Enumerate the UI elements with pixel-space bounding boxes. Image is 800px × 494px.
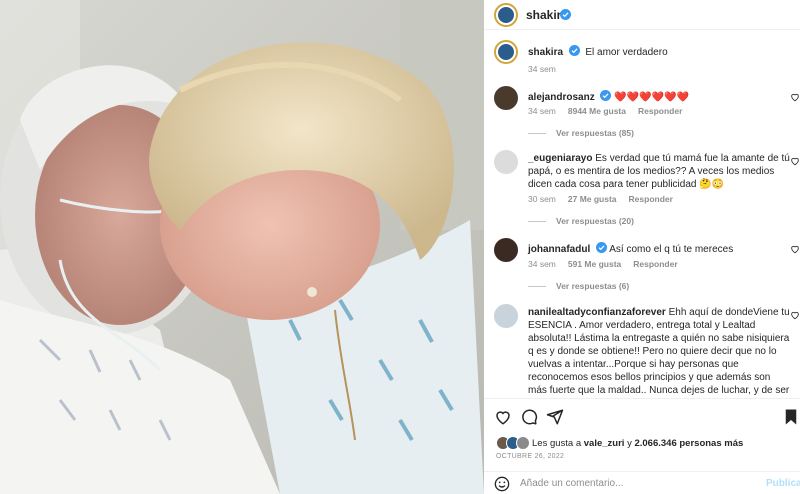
commenter-avatar[interactable]: [494, 304, 518, 328]
comment-item: alejandrosanz ❤️❤️❤️❤️❤️❤️ 34 sem 8944 Me…: [484, 86, 800, 144]
verified-icon: [568, 45, 580, 56]
commenter-username[interactable]: alejandrosanz: [528, 92, 595, 103]
caption-text: El amor verdadero: [585, 47, 668, 58]
comment-time: 30 sem: [528, 194, 556, 204]
view-replies[interactable]: Ver respuestas (20): [528, 214, 634, 228]
like-comment-heart-icon[interactable]: [790, 310, 800, 320]
commenter-username[interactable]: johannafadul: [528, 244, 590, 255]
add-comment-bar: Añade un comentario... Publicar: [484, 471, 800, 494]
like-comment-heart-icon[interactable]: [790, 92, 800, 102]
post-date[interactable]: OCTUBRE 26, 2022: [496, 453, 564, 460]
caption-username[interactable]: shakira: [528, 47, 563, 58]
author-avatar[interactable]: [494, 3, 518, 27]
reply-button[interactable]: Responder: [633, 259, 677, 269]
post-header: shakira: [484, 0, 800, 30]
caption-time: 34 sem: [528, 64, 556, 74]
comment-meta: 34 sem 591 Me gusta Responder: [528, 257, 690, 271]
comment-meta: 34 sem 8944 Me gusta Responder: [528, 104, 694, 118]
likes-summary: Les gusta a vale_zuri y 2.066.346 person…: [532, 438, 744, 449]
post-detail-panel: shakira shakira El amor verdadero 34 sem…: [484, 0, 800, 494]
comment-item: nanilealtadyconfianzaforever Ehh aquí de…: [484, 304, 800, 398]
post-actions: Les gusta a vale_zuri y 2.066.346 person…: [484, 398, 800, 494]
comment-item: _eugeniarayo Es verdad que tú mamá fue l…: [484, 150, 800, 230]
commenter-username[interactable]: nanilealtadyconfianzaforever: [528, 307, 666, 318]
comment-likes[interactable]: 8944 Me gusta: [568, 106, 626, 116]
commenter-avatar[interactable]: [494, 86, 518, 110]
verified-icon: [596, 242, 608, 253]
comment-likes[interactable]: 27 Me gusta: [568, 194, 617, 204]
like-comment-heart-icon[interactable]: [790, 244, 800, 254]
verified-icon: [560, 9, 571, 20]
post-photo[interactable]: [0, 0, 484, 494]
publish-button[interactable]: Publicar: [766, 478, 800, 489]
liked-by-avatars[interactable]: [496, 436, 530, 450]
likes-count[interactable]: 2.066.346 personas más: [634, 438, 743, 449]
post-photo-image: [0, 0, 484, 494]
reply-button[interactable]: Responder: [638, 106, 682, 116]
post-caption: shakira El amor verdadero 34 sem: [484, 40, 800, 74]
comment-text: Ehh aquí de dondeViene tu ESENCIA . Amor…: [528, 307, 790, 396]
comment-time: 34 sem: [528, 106, 556, 116]
commenter-username[interactable]: _eugeniarayo: [528, 153, 592, 164]
caption-avatar[interactable]: [494, 40, 518, 64]
verified-icon: [600, 90, 612, 101]
emoji-icon[interactable]: [494, 476, 510, 492]
comment-icon[interactable]: [520, 408, 538, 426]
commenter-avatar[interactable]: [494, 150, 518, 174]
comment-time: 34 sem: [528, 259, 556, 269]
bookmark-icon[interactable]: [782, 408, 800, 426]
comment-item: johannafadul Así como el q tú te mereces…: [484, 238, 800, 294]
commenter-avatar[interactable]: [494, 238, 518, 262]
comment-meta: 30 sem 27 Me gusta Responder: [528, 192, 685, 206]
comment-text: Así como el q tú te mereces: [609, 244, 734, 255]
comment-text: ❤️❤️❤️❤️❤️❤️: [614, 92, 689, 103]
reply-button[interactable]: Responder: [629, 194, 673, 204]
heart-icon[interactable]: [494, 408, 512, 426]
like-comment-heart-icon[interactable]: [790, 156, 800, 166]
comment-likes[interactable]: 591 Me gusta: [568, 259, 621, 269]
liked-by-user[interactable]: vale_zuri: [584, 438, 625, 449]
view-replies[interactable]: Ver respuestas (6): [528, 279, 629, 293]
share-icon[interactable]: [546, 408, 564, 426]
view-replies[interactable]: Ver respuestas (85): [528, 126, 634, 140]
add-comment-input[interactable]: Añade un comentario...: [520, 478, 623, 489]
